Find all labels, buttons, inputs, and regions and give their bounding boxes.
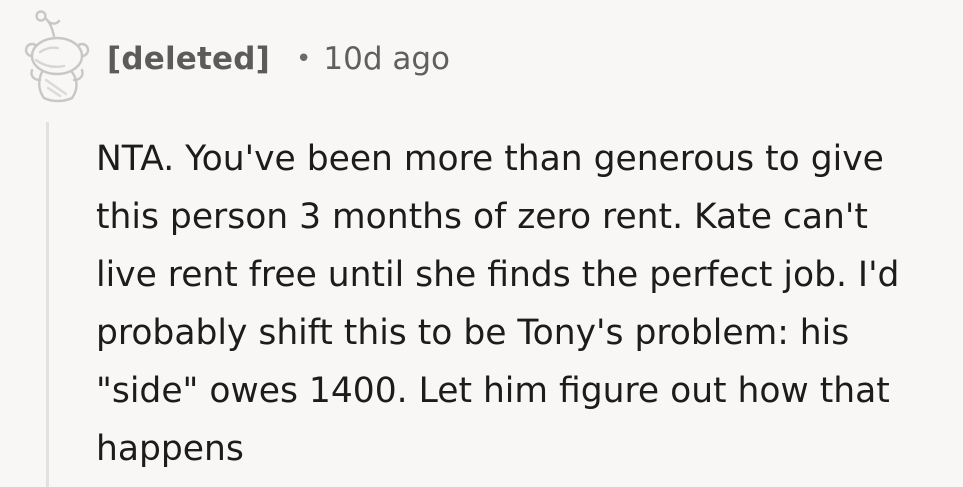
thread-line[interactable] xyxy=(46,122,49,487)
comment-body: NTA. You've been more than generous to g… xyxy=(96,130,956,478)
comment-body-line: live rent free until she finds the perfe… xyxy=(96,255,900,295)
comment-meta: [deleted] • 10d ago xyxy=(107,36,450,82)
meta-separator: • xyxy=(296,44,312,74)
snoo-avatar-icon[interactable] xyxy=(14,6,96,106)
comment-body-line: NTA. You've been more than generous to g… xyxy=(96,139,884,179)
comment-timestamp[interactable]: 10d ago xyxy=(323,41,450,77)
comment-body-line: probably shift this to be Tony's problem… xyxy=(96,313,850,353)
author-name[interactable]: [deleted] xyxy=(107,41,270,77)
comment-body-line: "side" owes 1400. Let him figure out how… xyxy=(96,371,890,411)
comment: [deleted] • 10d ago NTA. You've been mor… xyxy=(0,0,963,487)
comment-body-line: happens xyxy=(96,429,244,469)
comment-body-line: this person 3 months of zero rent. Kate … xyxy=(96,197,868,237)
